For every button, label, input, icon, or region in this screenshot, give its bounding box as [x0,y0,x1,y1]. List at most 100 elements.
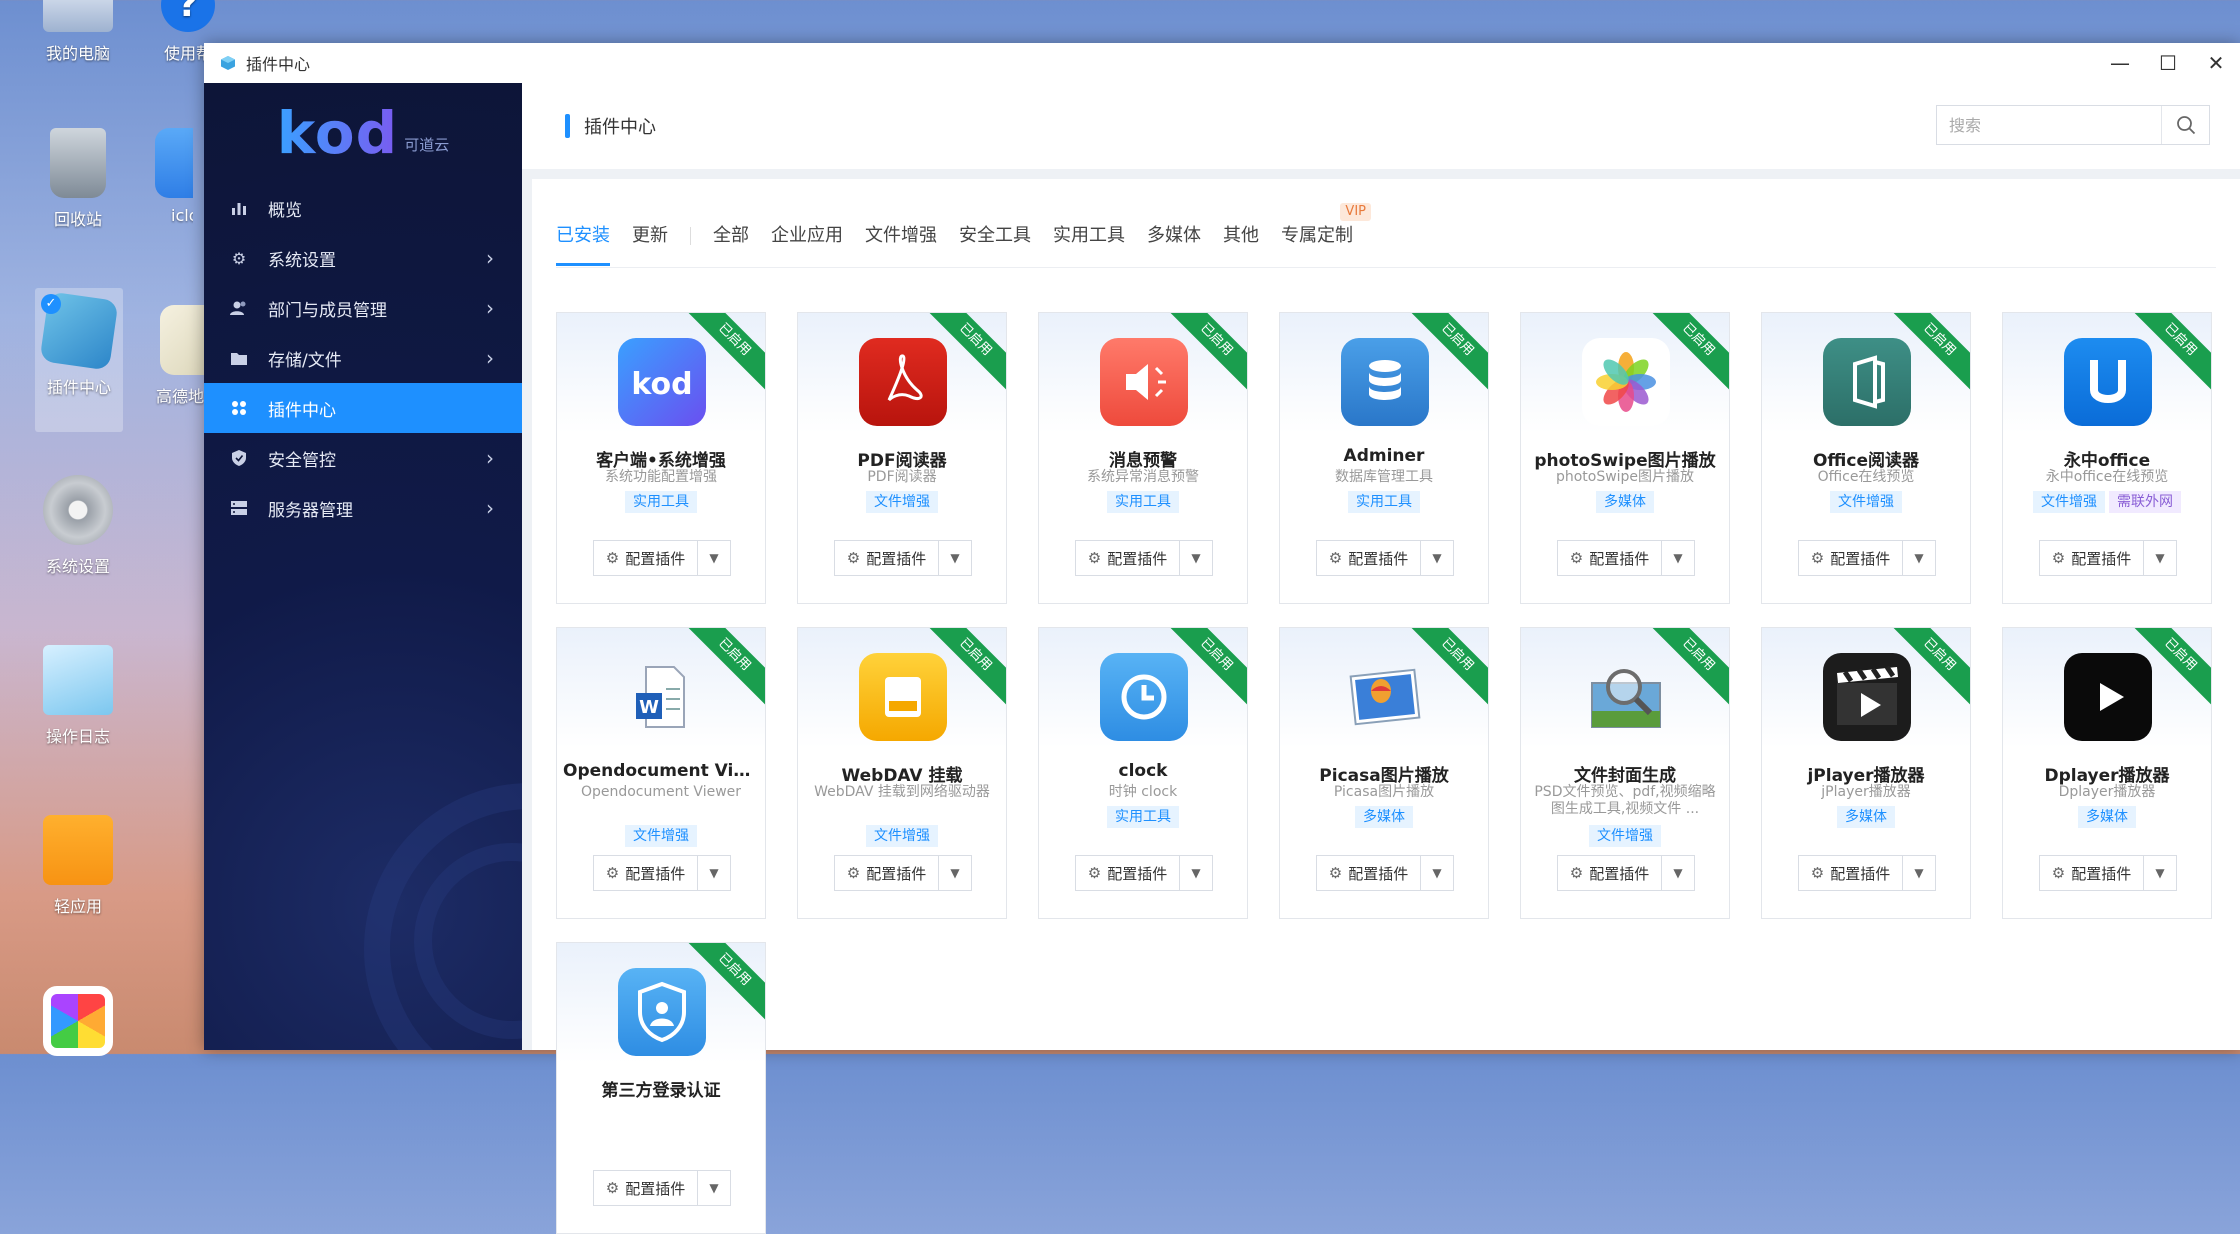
desktop-icon-icloud[interactable]: iclou [133,128,193,225]
sidebar-item-plugin-center[interactable]: 插件中心 [204,383,522,433]
config-plugin-label: 配置插件 [625,1179,686,1198]
minimize-button[interactable]: — [2096,43,2144,83]
notepad-icon [43,645,113,715]
config-plugin-button[interactable]: ⚙ 配置插件 [2040,856,2143,890]
tab-security-tools[interactable]: 安全工具 [959,219,1031,253]
config-dropdown-button[interactable]: ▼ [1179,541,1212,575]
desktop-icon-photos[interactable] [23,986,133,1064]
config-plugin-button[interactable]: ⚙ 配置插件 [1317,856,1420,890]
tab-custom[interactable]: 专属定制 VIP [1281,203,1371,253]
plugin-card[interactable]: 已启用 W Opendocument Vie... Opendocument View… [556,627,766,919]
page-header: 插件中心 [522,83,2240,169]
config-dropdown-button[interactable]: ▼ [938,541,971,575]
sidebar-item-members[interactable]: 部门与成员管理 › [204,283,522,333]
plugin-panel: 已安装 更新 全部 企业应用 文件增强 安全工具 实用工具 多媒体 其他 专属定… [532,179,2240,1234]
picasa-balloon-icon [1341,653,1429,741]
desktop-icon-plugin-center[interactable]: 插件中心 ✓ [35,288,123,432]
plugin-card[interactable]: 已启用 PDF阅读器 PDF阅读器 文件增强 ⚙ 配置插件 ▼ [797,312,1007,604]
desktop-icon-label: iclou [171,206,193,225]
desktop-icon-my-computer[interactable]: 我的电脑 [23,0,133,64]
chart-bar-icon [230,199,248,217]
plugin-card[interactable]: 已启用 消息预警 系统异常消息预警 实用工具 ⚙ 配置插件 ▼ [1038,312,1248,604]
gear-icon: ⚙ [1328,864,1343,882]
plugin-card[interactable]: 已启用 文件封面生成 PSD文件预览、pdf,视频缩略图生成工具,视频文件 ... 文… [1520,627,1730,919]
checkbox-checked-icon[interactable]: ✓ [41,294,61,314]
config-plugin-button[interactable]: ⚙ 配置插件 [835,856,938,890]
config-dropdown-button[interactable]: ▼ [1420,856,1453,890]
config-plugin-button[interactable]: ⚙ 配置插件 [1799,856,1902,890]
config-plugin-button-group: ⚙ 配置插件 ▼ [2039,855,2177,891]
window-titlebar[interactable]: 插件中心 — ☐ ✕ [204,43,2240,83]
close-button[interactable]: ✕ [2192,43,2240,83]
plugin-card[interactable]: 已启用 第三方登录认证 ⚙ 配置插件 ▼ [556,942,766,1234]
tab-file-enhance[interactable]: 文件增强 [865,219,937,253]
config-dropdown-button[interactable]: ▼ [2143,541,2176,575]
tab-update[interactable]: 更新 [632,219,668,253]
desktop-icon-recycle-bin[interactable]: 回收站 [23,128,133,230]
desktop-icon-amap[interactable]: 高德地 [150,305,204,407]
plugin-card[interactable]: 已启用 WebDAV 挂载 WebDAV 挂载到网络驱动器 文件增强 ⚙ 配置插件 ▼ [797,627,1007,919]
caret-down-icon: ▼ [1673,866,1683,880]
plugin-card[interactable]: 已启用 Office阅读器 Office在线预览 文件增强 ⚙ 配置插件 ▼ [1761,312,1971,604]
tab-other[interactable]: 其他 [1223,219,1259,253]
tab-multimedia[interactable]: 多媒体 [1147,219,1201,253]
config-plugin-button[interactable]: ⚙ 配置插件 [1076,856,1179,890]
config-plugin-button[interactable]: ⚙ 配置插件 [2040,541,2143,575]
config-dropdown-button[interactable]: ▼ [1661,541,1694,575]
search-button[interactable] [2161,106,2209,144]
config-dropdown-button[interactable]: ▼ [1420,541,1453,575]
plugin-name: 客户端•系统增强 [596,451,726,471]
plugin-tags: 文件增强 需联外网 [2003,491,2211,513]
config-plugin-button-group: ⚙ 配置插件 ▼ [593,1170,731,1206]
tab-enterprise[interactable]: 企业应用 [771,219,843,253]
sidebar-item-overview[interactable]: 概览 [204,183,522,233]
yozo-office-icon [2064,338,2152,426]
config-dropdown-button[interactable]: ▼ [1661,856,1694,890]
trash-icon [50,128,106,198]
config-dropdown-button[interactable]: ▼ [1179,856,1212,890]
caret-down-icon: ▼ [709,551,719,565]
config-plugin-button[interactable]: ⚙ 配置插件 [594,1171,697,1205]
search-input[interactable] [1937,106,2161,144]
tab-utilities[interactable]: 实用工具 [1053,219,1125,253]
plugin-card[interactable]: 已启用 Adminer 数据库管理工具 实用工具 ⚙ 配置插件 ▼ [1279,312,1489,604]
maximize-button[interactable]: ☐ [2144,43,2192,83]
config-plugin-button[interactable]: ⚙ 配置插件 [594,541,697,575]
plugin-description: Dplayer播放器 [2058,784,2156,800]
config-plugin-button[interactable]: ⚙ 配置插件 [1799,541,1902,575]
config-plugin-label: 配置插件 [1830,864,1891,883]
tab-all[interactable]: 全部 [713,219,749,253]
config-plugin-button[interactable]: ⚙ 配置插件 [1558,541,1661,575]
config-dropdown-button[interactable]: ▼ [2143,856,2176,890]
config-plugin-label: 配置插件 [1348,549,1409,568]
plugin-card[interactable]: 已启用 photoSwipe图片播放 photoSwipe图片播放 多媒体 ⚙ 配置插件 ▼ [1520,312,1730,604]
plugin-card[interactable]: 已启用 kod 客户端•系统增强 系统功能配置增强 实用工具 ⚙ 配置插件 ▼ [556,312,766,604]
plugin-card[interactable]: 已启用 Picasa图片播放 Picasa图片播放 多媒体 ⚙ 配置插件 ▼ [1279,627,1489,919]
config-plugin-button[interactable]: ⚙ 配置插件 [1076,541,1179,575]
plugin-card[interactable]: 已启用 永中office 永中office在线预览 文件增强 需联外网 ⚙ 配置插件 ▼ [2002,312,2212,604]
config-dropdown-button[interactable]: ▼ [1902,856,1935,890]
config-dropdown-button[interactable]: ▼ [1902,541,1935,575]
config-plugin-button[interactable]: ⚙ 配置插件 [1317,541,1420,575]
desktop-icon-settings[interactable]: 系统设置 [23,475,133,577]
sidebar-item-server[interactable]: 服务器管理 › [204,483,522,533]
sidebar-item-storage[interactable]: 存储/文件 › [204,333,522,383]
plugin-name: Picasa图片播放 [1319,766,1449,786]
desktop-icon-light-app[interactable]: 轻应用 [23,815,133,917]
config-dropdown-button[interactable]: ▼ [697,541,730,575]
config-plugin-button[interactable]: ⚙ 配置插件 [594,856,697,890]
plugin-card[interactable]: 已启用 clock 时钟 clock 实用工具 ⚙ 配置插件 ▼ [1038,627,1248,919]
config-plugin-button[interactable]: ⚙ 配置插件 [835,541,938,575]
plugin-name: 消息预警 [1109,451,1177,471]
desktop-icon-operation-log[interactable]: 操作日志 [23,645,133,747]
sidebar-item-security[interactable]: 安全管控 › [204,433,522,483]
plugin-name: WebDAV 挂载 [841,766,963,786]
tab-installed[interactable]: 已安装 [556,219,610,266]
plugin-card[interactable]: 已启用 Dplayer播放器 Dplayer播放器 多媒体 ⚙ 配置插件 ▼ [2002,627,2212,919]
config-dropdown-button[interactable]: ▼ [697,1171,730,1205]
config-dropdown-button[interactable]: ▼ [697,856,730,890]
config-dropdown-button[interactable]: ▼ [938,856,971,890]
sidebar-item-system-settings[interactable]: ⚙ 系统设置 › [204,233,522,283]
plugin-card[interactable]: 已启用 jPlayer播放器 jPlayer播放器 多媒体 ⚙ 配置插件 ▼ [1761,627,1971,919]
config-plugin-button[interactable]: ⚙ 配置插件 [1558,856,1661,890]
